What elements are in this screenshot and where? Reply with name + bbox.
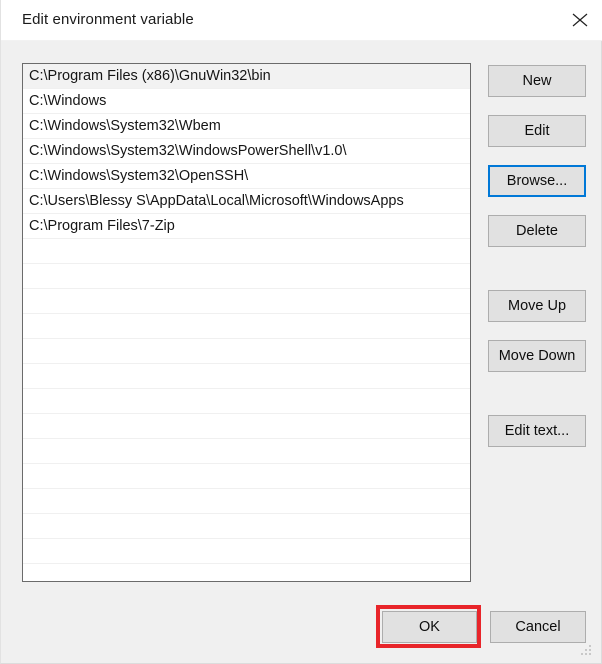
list-item[interactable]: C:\Windows	[23, 89, 470, 114]
edit-environment-variable-dialog: Edit environment variable C:\Program Fil…	[0, 0, 602, 664]
list-item-empty[interactable]	[23, 339, 470, 364]
resize-grip-dot	[589, 645, 591, 647]
browse-button[interactable]: Browse...	[488, 165, 586, 197]
resize-grip-dot	[585, 649, 587, 651]
delete-button[interactable]: Delete	[488, 215, 586, 247]
list-item-empty[interactable]	[23, 389, 470, 414]
list-item-empty[interactable]	[23, 239, 470, 264]
title-bar: Edit environment variable	[1, 0, 602, 41]
list-item[interactable]: C:\Windows\System32\WindowsPowerShell\v1…	[23, 139, 470, 164]
list-item-empty[interactable]	[23, 314, 470, 339]
list-item-empty[interactable]	[23, 489, 470, 514]
list-item-empty[interactable]	[23, 414, 470, 439]
new-button[interactable]: New	[488, 65, 586, 97]
list-item[interactable]: C:\Program Files\7-Zip	[23, 214, 470, 239]
list-item-empty[interactable]	[23, 464, 470, 489]
cancel-button[interactable]: Cancel	[490, 611, 586, 643]
close-button[interactable]	[557, 0, 602, 40]
list-item-empty[interactable]	[23, 439, 470, 464]
list-item-empty[interactable]	[23, 264, 470, 289]
resize-grip-dot	[581, 653, 583, 655]
page-title: Edit environment variable	[22, 11, 194, 28]
move-up-button[interactable]: Move Up	[488, 290, 586, 322]
list-item-empty[interactable]	[23, 289, 470, 314]
list-item-empty[interactable]	[23, 539, 470, 564]
list-item-empty[interactable]	[23, 364, 470, 389]
resize-grip-dot	[589, 649, 591, 651]
edit-text-button[interactable]: Edit text...	[488, 415, 586, 447]
list-item[interactable]: C:\Users\Blessy S\AppData\Local\Microsof…	[23, 189, 470, 214]
resize-grip-dot	[585, 653, 587, 655]
ok-button[interactable]: OK	[382, 611, 477, 643]
list-item[interactable]: C:\Windows\System32\Wbem	[23, 114, 470, 139]
path-list[interactable]: C:\Program Files (x86)\GnuWin32\bin C:\Wi…	[22, 63, 471, 582]
resize-grip[interactable]	[579, 643, 595, 659]
list-item[interactable]: C:\Windows\System32\OpenSSH\	[23, 164, 470, 189]
resize-grip-dot	[589, 653, 591, 655]
move-down-button[interactable]: Move Down	[488, 340, 586, 372]
list-item-empty[interactable]	[23, 514, 470, 539]
list-item[interactable]: C:\Program Files (x86)\GnuWin32\bin	[23, 64, 470, 89]
edit-button[interactable]: Edit	[488, 115, 586, 147]
